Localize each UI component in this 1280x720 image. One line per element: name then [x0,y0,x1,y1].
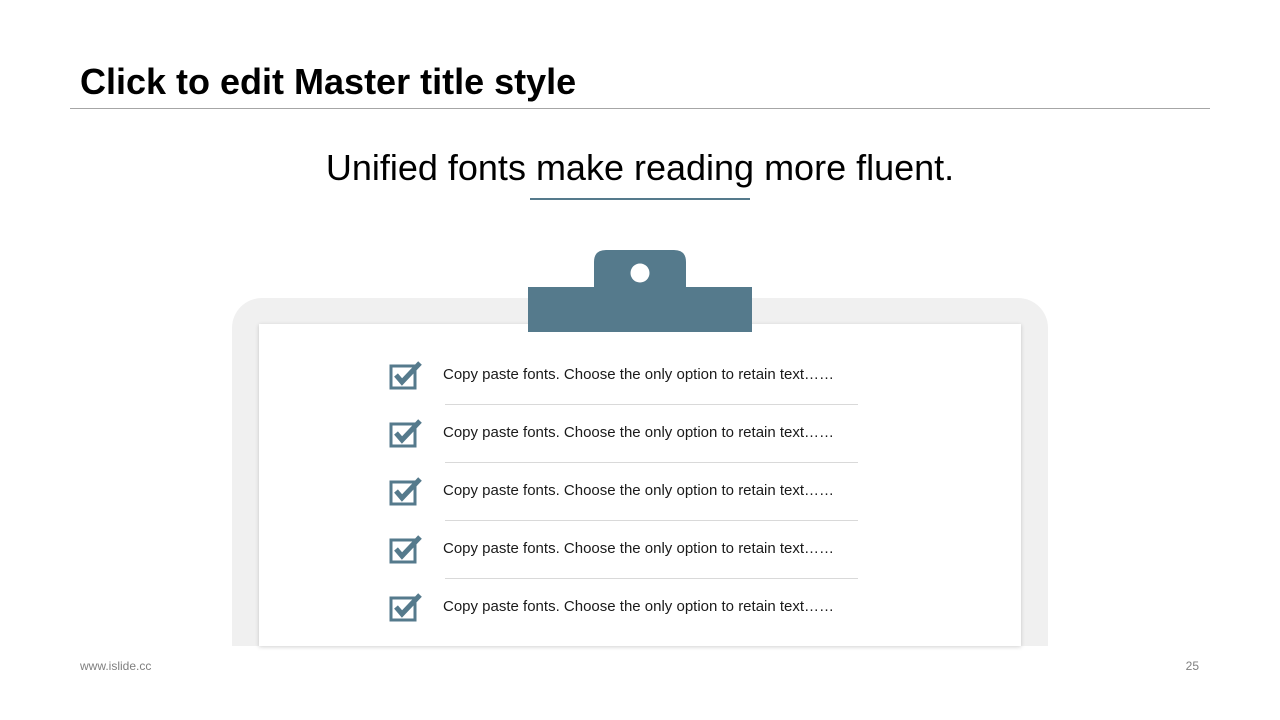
page-number: 25 [1185,659,1199,673]
clipboard-board-fade [232,646,1048,666]
checklist-item-text: Copy paste fonts. Choose the only option… [443,366,835,383]
checklist-item-text: Copy paste fonts. Choose the only option… [443,482,835,499]
checklist-item-text: Copy paste fonts. Choose the only option… [443,424,835,441]
checkbox-checked-icon[interactable] [389,418,423,448]
checklist-item: Copy paste fonts. Choose the only option… [389,520,869,579]
slide-title: Click to edit Master title style [80,61,577,102]
checklist-item: Copy paste fonts. Choose the only option… [389,462,869,521]
checklist: Copy paste fonts. Choose the only option… [389,346,869,636]
checklist-item: Copy paste fonts. Choose the only option… [389,346,869,405]
checkbox-checked-icon[interactable] [389,592,423,622]
slide-subtitle: Unified fonts make reading more fluent. [325,147,955,188]
clipboard-clip-icon [528,250,752,332]
checklist-item-text: Copy paste fonts. Choose the only option… [443,540,835,557]
checklist-item: Copy paste fonts. Choose the only option… [389,578,869,636]
title-divider [70,108,1210,109]
checkbox-checked-icon[interactable] [389,476,423,506]
checklist-item: Copy paste fonts. Choose the only option… [389,404,869,463]
subtitle-underline [530,198,750,200]
checkbox-checked-icon[interactable] [389,360,423,390]
footer-url[interactable]: www.islide.cc [80,658,151,674]
checkbox-checked-icon[interactable] [389,534,423,564]
checklist-item-text: Copy paste fonts. Choose the only option… [443,598,835,615]
